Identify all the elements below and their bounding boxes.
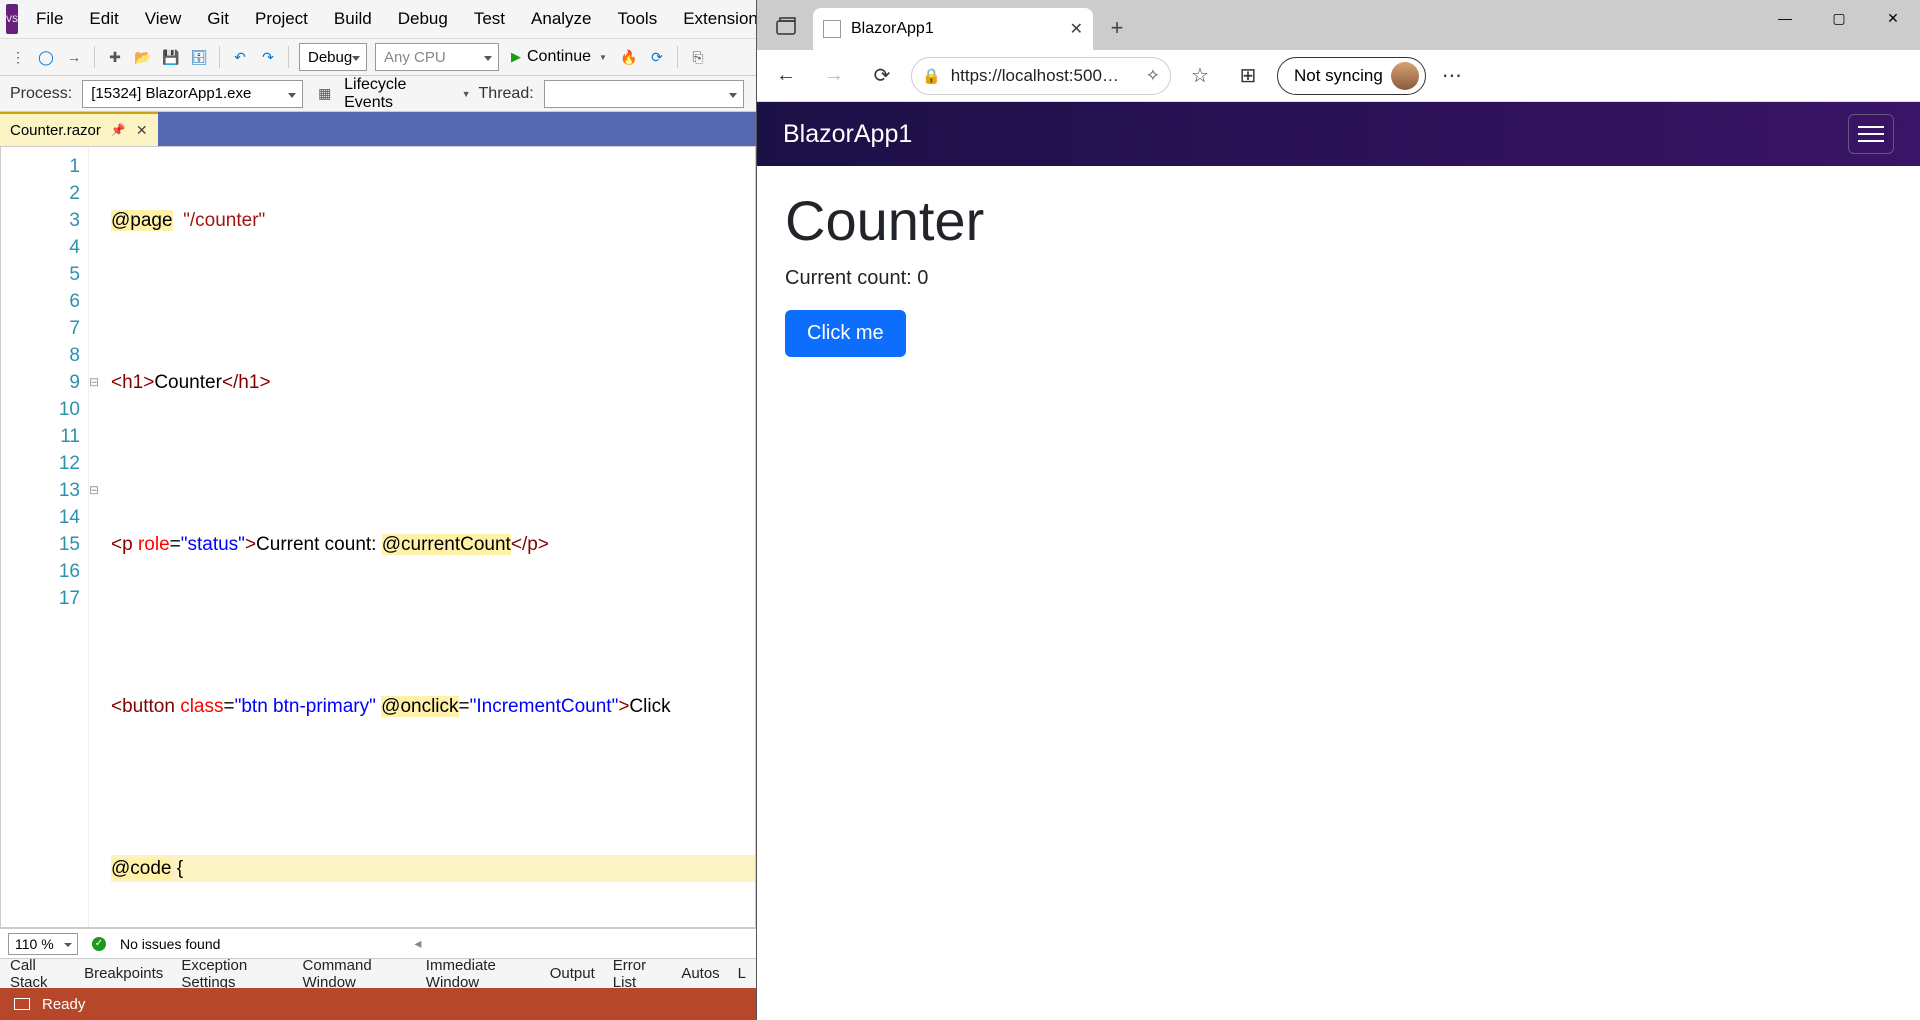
address-bar[interactable]: 🔒 https://localhost:500… ✧	[911, 57, 1171, 95]
close-tab-icon[interactable]: ✕	[1070, 19, 1083, 39]
favorites-icon[interactable]: ☆	[1181, 57, 1219, 95]
process-label: Process:	[10, 85, 72, 103]
url-text: https://localhost:500…	[951, 66, 1136, 86]
menu-test[interactable]: Test	[462, 3, 517, 35]
menu-analyze[interactable]: Analyze	[519, 3, 603, 35]
browser-tab[interactable]: BlazorApp1 ✕	[813, 8, 1093, 50]
process-dropdown[interactable]: [15324] BlazorApp1.exe	[82, 80, 303, 108]
new-item-icon[interactable]: ✚	[103, 45, 127, 69]
page-heading: Counter	[785, 188, 1892, 253]
restart-icon[interactable]: ⟳	[645, 45, 669, 69]
counter-status-text: Current count: 0	[785, 267, 1892, 290]
code-editor[interactable]: 1234567891011121314151617 ⊟⊟ @page "/cou…	[0, 146, 756, 928]
vs-main-toolbar: ⋮ ◯ → ✚ 📂 💾 🗄 ↶ ↷ Debug Any CPU ▶ Contin…	[0, 38, 756, 76]
tab-call-stack[interactable]: Call Stack	[10, 957, 66, 991]
close-tab-icon[interactable]: ✕	[136, 122, 148, 139]
open-file-icon[interactable]: 📂	[131, 45, 155, 69]
lock-icon[interactable]: 🔒	[922, 67, 941, 85]
code-area[interactable]: @page "/counter" <h1>Counter</h1> <p rol…	[109, 147, 755, 927]
tab-counter-razor[interactable]: Counter.razor 📌 ✕	[0, 112, 158, 146]
menu-tools[interactable]: Tools	[606, 3, 670, 35]
forward-button[interactable]: →	[815, 57, 853, 95]
minimize-button[interactable]: —	[1758, 0, 1812, 36]
nav-back-icon[interactable]: ◯	[34, 45, 58, 69]
reading-list-icon[interactable]: ✧	[1146, 66, 1160, 86]
play-icon: ▶	[511, 49, 521, 65]
maximize-button[interactable]: ▢	[1812, 0, 1866, 36]
tab-title: Counter.razor	[10, 122, 101, 139]
status-text: Ready	[42, 996, 85, 1013]
avatar-icon	[1391, 62, 1419, 90]
menu-debug[interactable]: Debug	[386, 3, 460, 35]
tab-error-list[interactable]: Error List	[613, 957, 664, 991]
drag-handle-icon: ⋮	[6, 45, 30, 69]
browser-link-icon[interactable]: ⎘	[686, 45, 710, 69]
redo-icon[interactable]: ↷	[256, 45, 280, 69]
click-me-button[interactable]: Click me	[785, 310, 906, 357]
undo-icon[interactable]: ↶	[228, 45, 252, 69]
browser-toolbar: ← → ⟳ 🔒 https://localhost:500… ✧ ☆ ⊞ Not…	[757, 50, 1920, 102]
ok-icon: ✓	[92, 937, 106, 951]
tab-locals[interactable]: L	[738, 965, 746, 982]
menu-project[interactable]: Project	[243, 3, 320, 35]
visual-studio-window: VS File Edit View Git Project Build Debu…	[0, 0, 756, 1020]
close-window-button[interactable]: ✕	[1866, 0, 1920, 36]
tab-autos[interactable]: Autos	[681, 965, 719, 982]
status-bar: Ready	[0, 988, 756, 1020]
platform-dropdown[interactable]: Any CPU	[375, 43, 499, 71]
thread-dropdown[interactable]	[544, 80, 744, 108]
editor-footer: 110 % ✓ No issues found ◂	[0, 928, 756, 958]
tool-window-tabs: Call Stack Breakpoints Exception Setting…	[0, 958, 756, 988]
document-tab-well: Counter.razor 📌 ✕	[0, 112, 756, 146]
window-controls: — ▢ ✕	[1758, 0, 1920, 36]
edge-browser-window: BlazorApp1 ✕ + — ▢ ✕ ← → ⟳ 🔒 https://loc…	[756, 0, 1920, 1020]
configuration-dropdown[interactable]: Debug	[299, 43, 367, 71]
browser-viewport: BlazorApp1 Counter Current count: 0 Clic…	[757, 102, 1920, 1020]
save-icon[interactable]: 💾	[159, 45, 183, 69]
collections-icon[interactable]: ⊞	[1229, 57, 1267, 95]
hot-reload-icon[interactable]: 🔥	[617, 45, 641, 69]
status-icon	[14, 998, 30, 1010]
save-all-icon[interactable]: 🗄	[187, 45, 211, 69]
hamburger-icon[interactable]	[1848, 114, 1894, 154]
tab-immediate-window[interactable]: Immediate Window	[426, 957, 532, 991]
tab-output[interactable]: Output	[550, 965, 595, 982]
vs-menubar: VS File Edit View Git Project Build Debu…	[0, 0, 756, 38]
lifecycle-label[interactable]: Lifecycle Events	[344, 76, 453, 112]
vs-logo-icon: VS	[6, 4, 18, 34]
app-brand[interactable]: BlazorApp1	[783, 120, 912, 149]
browser-titlebar: BlazorApp1 ✕ + — ▢ ✕	[757, 0, 1920, 50]
pin-icon[interactable]: 📌	[111, 123, 126, 137]
line-number-gutter: 1234567891011121314151617	[1, 147, 89, 927]
issues-label[interactable]: No issues found	[120, 936, 220, 952]
menu-file[interactable]: File	[24, 3, 75, 35]
thread-label: Thread:	[479, 85, 534, 103]
profile-sync-button[interactable]: Not syncing	[1277, 57, 1426, 95]
vs-debug-toolbar: Process: [15324] BlazorApp1.exe ▦ Lifecy…	[0, 76, 756, 112]
back-button[interactable]: ←	[767, 57, 805, 95]
tab-exception-settings[interactable]: Exception Settings	[181, 957, 284, 991]
caret-icon: ◂	[414, 935, 421, 952]
menu-build[interactable]: Build	[322, 3, 384, 35]
favicon-icon	[823, 20, 841, 38]
lifecycle-icon[interactable]: ▦	[313, 82, 336, 106]
app-page: Counter Current count: 0 Click me	[757, 166, 1920, 379]
browser-tab-title: BlazorApp1	[851, 20, 934, 38]
refresh-button[interactable]: ⟳	[863, 57, 901, 95]
continue-button[interactable]: ▶ Continue ▼	[505, 48, 613, 66]
fold-gutter[interactable]: ⊟⊟	[89, 147, 109, 927]
tab-command-window[interactable]: Command Window	[303, 957, 408, 991]
tab-manager-icon[interactable]	[767, 8, 805, 46]
menu-view[interactable]: View	[133, 3, 194, 35]
tab-breakpoints[interactable]: Breakpoints	[84, 965, 163, 982]
zoom-dropdown[interactable]: 110 %	[8, 933, 78, 955]
app-navbar: BlazorApp1	[757, 102, 1920, 166]
menu-git[interactable]: Git	[195, 3, 241, 35]
nav-forward-icon[interactable]: →	[62, 45, 86, 69]
sync-label: Not syncing	[1294, 66, 1383, 86]
menu-edit[interactable]: Edit	[77, 3, 130, 35]
new-tab-button[interactable]: +	[1099, 10, 1135, 46]
more-menu-button[interactable]: ⋯	[1436, 63, 1470, 88]
